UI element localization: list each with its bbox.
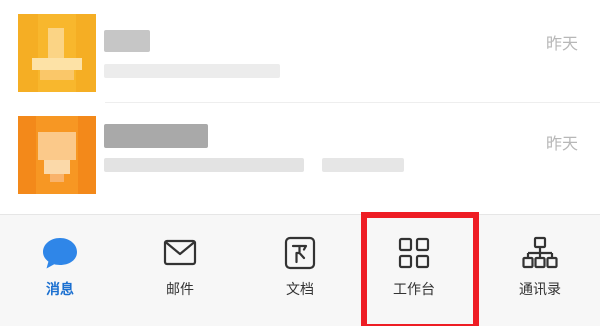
app-screen: 昨天 昨天 消息 邮件 文档 工作台 通讯录: [0, 0, 600, 326]
tab-workbench[interactable]: 工作台: [354, 215, 474, 326]
tab-contacts[interactable]: 通讯录: [480, 215, 600, 326]
sender-name-blurred: [104, 124, 208, 148]
preview-blurred: [104, 64, 280, 78]
divider: [105, 102, 600, 103]
grid-icon: [398, 237, 430, 269]
tab-label: 消息: [46, 282, 74, 298]
list-item[interactable]: 昨天: [0, 0, 600, 103]
tab-label: 通讯录: [519, 282, 561, 298]
tab-messages[interactable]: 消息: [0, 215, 120, 326]
tab-label: 文档: [286, 282, 314, 298]
tab-label: 邮件: [166, 282, 194, 298]
list-item[interactable]: 昨天: [0, 108, 600, 208]
avatar: [18, 14, 96, 92]
message-time: 昨天: [545, 134, 578, 153]
preview-blurred: [322, 158, 404, 172]
chat-bubble-icon: [43, 238, 77, 269]
bottom-tab-bar: 消息 邮件 文档 工作台 通讯录: [0, 214, 600, 326]
sender-name-blurred: [104, 30, 150, 52]
tab-mail[interactable]: 邮件: [120, 215, 240, 326]
tab-docs[interactable]: 文档: [240, 215, 360, 326]
message-time: 昨天: [545, 34, 578, 53]
document-icon: [284, 236, 316, 270]
preview-blurred: [104, 158, 304, 172]
avatar: [18, 116, 96, 194]
mail-icon: [163, 239, 197, 266]
tab-label: 工作台: [393, 282, 435, 298]
message-list: 昨天 昨天: [0, 0, 600, 214]
org-chart-icon: [522, 236, 558, 269]
